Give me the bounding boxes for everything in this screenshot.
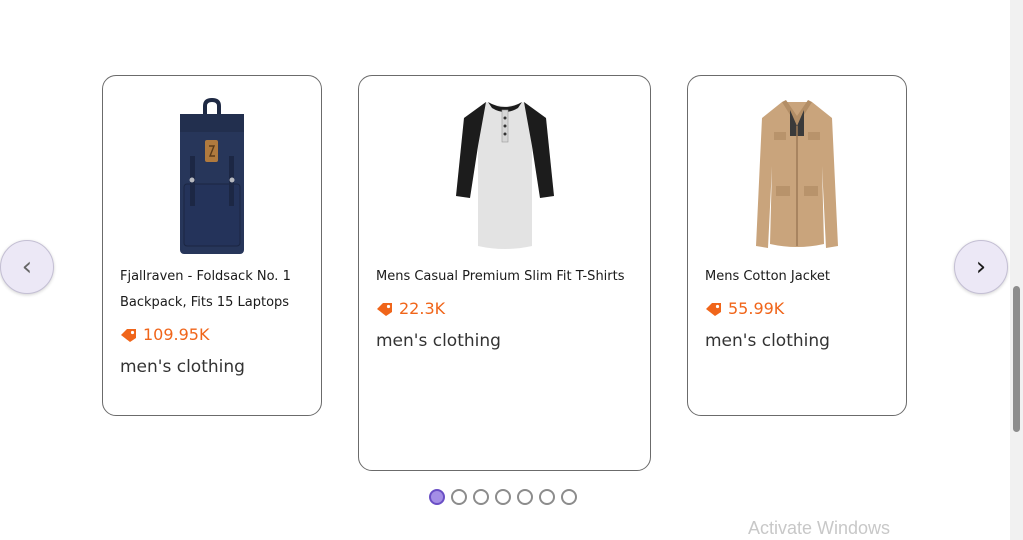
carousel-dot[interactable] [517,489,533,505]
product-title: Mens Cotton Jacket [705,269,831,284]
price-tag-icon [377,302,392,316]
carousel-pagination [429,489,577,505]
product-image [359,96,650,256]
carousel-dot[interactable] [473,489,489,505]
jacket-image [756,100,838,248]
scrollbar-track[interactable] [1010,0,1023,540]
product-image [103,96,321,256]
price-tag-icon [121,328,136,342]
product-title: Fjallraven - Foldsack No. 1 Backpack, Fi… [120,269,291,310]
product-price: 109.95K [120,325,209,344]
tshirt-image [455,102,554,249]
product-card[interactable]: Fjallraven - Foldsack No. 1 Backpack, Fi… [102,75,322,416]
product-carousel-page: ‹ Fjallraven - Foldsack No. 1 Backpack, … [0,0,1023,540]
backpack-image [180,98,244,254]
carousel-dot[interactable] [495,489,511,505]
product-price: 55.99K [705,299,784,318]
product-card[interactable]: Mens Cotton Jacket 55.99K men's clothing [687,75,907,416]
carousel-dot[interactable] [451,489,467,505]
carousel-dot[interactable] [539,489,555,505]
product-category: men's clothing [120,357,245,377]
product-title: Mens Casual Premium Slim Fit T-Shirts [376,269,625,284]
scrollbar-thumb[interactable] [1013,286,1020,432]
carousel-dot[interactable] [561,489,577,505]
carousel-next-button[interactable]: › [954,240,1008,294]
carousel-prev-button[interactable]: ‹ [0,240,54,294]
activate-windows-watermark: Activate Windows [748,518,891,538]
product-category: men's clothing [376,331,501,351]
chevron-right-icon: › [975,252,987,282]
product-image [688,96,906,256]
chevron-left-icon: ‹ [21,252,33,282]
product-category: men's clothing [705,331,830,351]
carousel-dot[interactable] [429,489,445,505]
product-card[interactable]: Mens Casual Premium Slim Fit T-Shirts 22… [358,75,651,471]
price-tag-icon [706,302,721,316]
product-price: 22.3K [376,299,445,318]
